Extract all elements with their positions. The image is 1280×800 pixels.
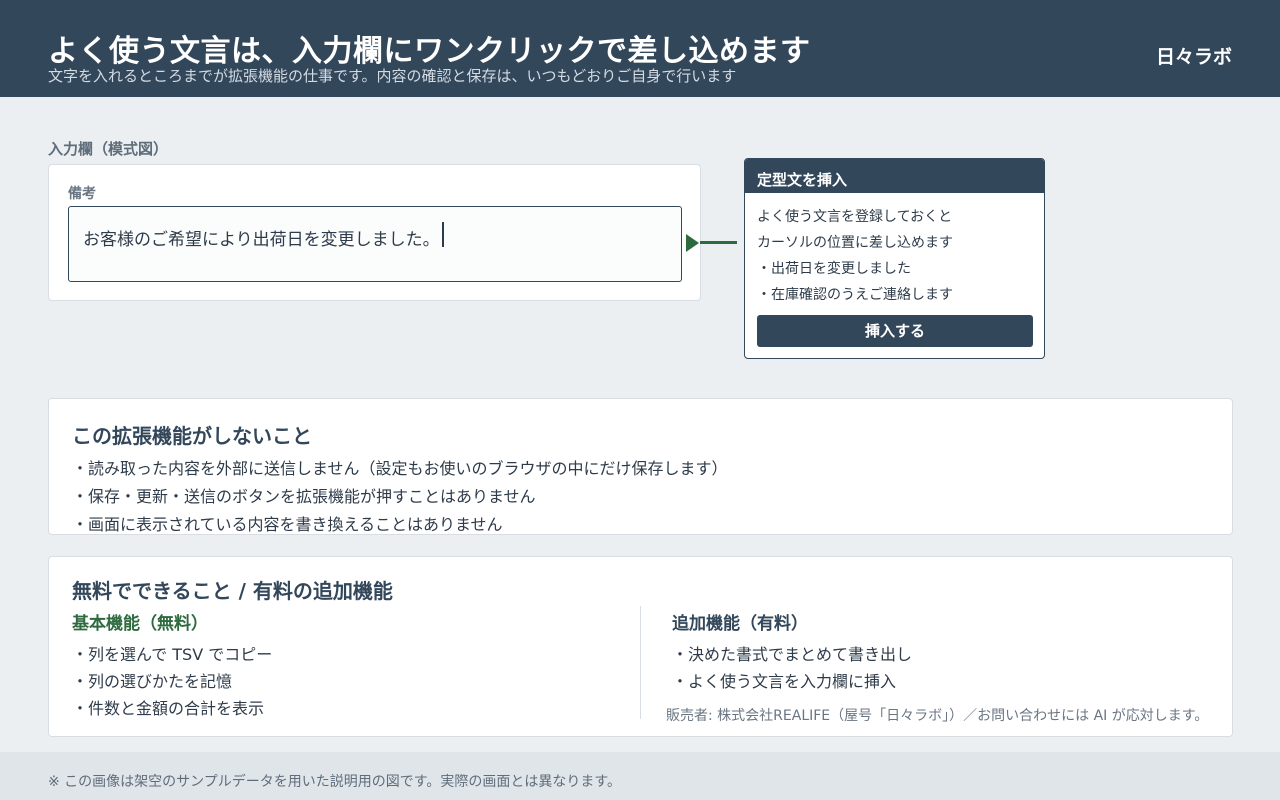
input-card: 備考 お客様のご希望により出荷日を変更しました。 <box>48 164 701 301</box>
list-item: ・決めた書式でまとめて書き出し <box>672 645 913 664</box>
paid-plan-title: 追加機能（有料） <box>672 614 808 634</box>
list-item: ・件数と金額の合計を表示 <box>72 699 265 718</box>
arrow-left-icon <box>686 234 699 252</box>
disclaimer-note: ※ この画像は架空のサンプルデータを用いた説明用の図です。実際の画面とは異なりま… <box>48 774 621 790</box>
free-plan-title: 基本機能（無料） <box>72 614 208 634</box>
arrow-connector <box>700 241 737 244</box>
brand-logo: 日々ラボ <box>1155 46 1232 68</box>
not-do-list: ・読み取った内容を外部に送信しません（設定もお使いのブラウザの中にだけ保存します… <box>72 455 728 539</box>
not-do-card: この拡張機能がしないこと ・読み取った内容を外部に送信しません（設定もお使いのブ… <box>48 398 1233 535</box>
list-item: ・列の選びかたを記憶 <box>72 672 233 691</box>
plans-title: 無料でできること / 有料の追加機能 <box>72 579 393 603</box>
popup-description: よく使う文言を登録しておくと カーソルの位置に差し込めます ・出荷日を変更しまし… <box>757 206 953 310</box>
remarks-field-label: 備考 <box>68 186 96 202</box>
snippet-popup: 定型文を挿入 よく使う文言を登録しておくと カーソルの位置に差し込めます ・出荷… <box>744 158 1045 359</box>
snippet-option[interactable]: ・出荷日を変更しました <box>757 258 953 284</box>
popup-title: 定型文を挿入 <box>745 159 1044 193</box>
seller-info: 販売者: 株式会社REALIFE（屋号「日々ラボ」）／お問い合わせには AI が… <box>666 708 1209 724</box>
not-do-title: この拡張機能がしないこと <box>72 424 312 448</box>
popup-line: カーソルの位置に差し込めます <box>757 235 953 251</box>
list-item: ・読み取った内容を外部に送信しません（設定もお使いのブラウザの中にだけ保存します… <box>72 459 728 478</box>
footer: ※ この画像は架空のサンプルデータを用いた説明用の図です。実際の画面とは異なりま… <box>0 752 1280 800</box>
popup-line: よく使う文言を登録しておくと <box>757 209 953 225</box>
insert-button[interactable]: 挿入する <box>757 315 1033 347</box>
remarks-input-value: お客様のご希望により出荷日を変更しました。 <box>83 230 440 250</box>
text-cursor <box>442 222 444 247</box>
input-section-label: 入力欄（模式図） <box>48 140 169 158</box>
remarks-input[interactable]: お客様のご希望により出荷日を変更しました。 <box>68 206 682 282</box>
list-item: ・よく使う文言を入力欄に挿入 <box>672 672 897 691</box>
app-header: よく使う文言は、入力欄にワンクリックで差し込めます 文字を入れるところまでが拡張… <box>0 0 1280 97</box>
list-item: ・画面に表示されている内容を書き換えることはありません <box>72 515 503 534</box>
free-plan-list: ・列を選んで TSV でコピー ・列の選びかたを記憶 ・件数と金額の合計を表示 <box>72 641 272 722</box>
plans-card: 無料でできること / 有料の追加機能 基本機能（無料） ・列を選んで TSV で… <box>48 556 1233 737</box>
page-subtitle: 文字を入れるところまでが拡張機能の仕事です。内容の確認と保存は、いつもどおりご自… <box>48 67 737 85</box>
page-title: よく使う文言は、入力欄にワンクリックで差し込めます <box>48 34 811 69</box>
list-item: ・保存・更新・送信のボタンを拡張機能が押すことはありません <box>72 487 536 506</box>
snippet-option[interactable]: ・在庫確認のうえご連絡します <box>757 284 953 310</box>
paid-plan-list: ・決めた書式でまとめて書き出し ・よく使う文言を入力欄に挿入 <box>672 641 912 695</box>
list-item: ・列を選んで TSV でコピー <box>72 645 273 664</box>
column-divider <box>640 606 641 719</box>
